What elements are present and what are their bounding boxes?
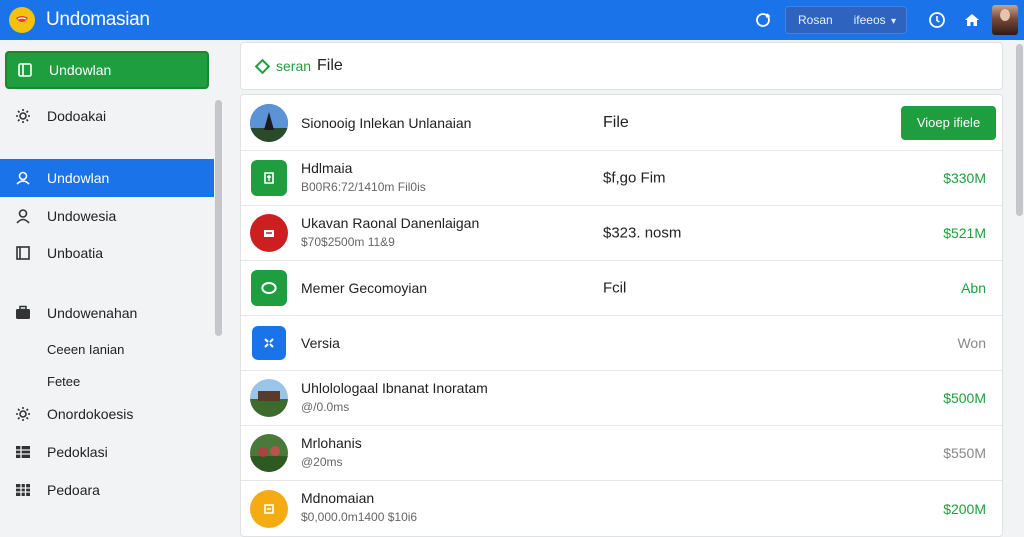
home-icon[interactable] — [960, 8, 984, 32]
sidebar-subitem[interactable]: Ceeen Ianian — [47, 342, 124, 357]
list-item[interactable]: Memer Gecomoyian Fcil Abn — [241, 261, 1002, 316]
list-item-mid: Fcil — [603, 279, 627, 297]
user-avatar[interactable] — [992, 5, 1018, 35]
list-item-mid: $323. nosm — [603, 224, 682, 242]
list-item-amount: Abn — [961, 280, 986, 296]
list-item-amount: $200M — [943, 500, 986, 517]
briefcase-icon — [13, 303, 33, 323]
grid-icon — [13, 480, 33, 500]
list-item-sub: B00R6:72/1410m Fil0is — [301, 180, 426, 194]
gear-icon — [13, 106, 33, 126]
sidebar-item-undowlan-active[interactable]: Undowlan — [0, 159, 214, 197]
sidebar-subitem[interactable]: Fetee — [47, 374, 80, 389]
list-item-sub: $0,000.0m1400 $10i6 — [301, 510, 418, 524]
sidebar-item-label: Onordokoesis — [47, 406, 134, 422]
list-item-amount: $500M — [943, 390, 986, 406]
user-icon — [13, 168, 33, 188]
sidebar-item-label: Undowlan — [49, 62, 112, 78]
sidebar-item-label: Pedoara — [47, 482, 100, 498]
gear-icon — [13, 404, 33, 424]
sidebar-item-undowlan[interactable]: Undowlan — [5, 51, 209, 89]
item-list: Sionooig Inlekan Unlanaian File Vioep if… — [240, 94, 1003, 537]
ring-icon — [251, 270, 287, 306]
share-icon — [252, 326, 286, 360]
book-icon — [15, 60, 35, 80]
main-scrollbar[interactable] — [1016, 44, 1023, 216]
list-item[interactable]: Uhlolologaal Ibnanat Inoratam @/0.0ms $5… — [241, 371, 1002, 426]
grid-icon — [13, 442, 33, 462]
list-header-row[interactable]: Sionooig Inlekan Unlanaian File Vioep if… — [241, 95, 1002, 151]
list-item-name: Ukavan Raonal Danenlaigan — [301, 215, 480, 231]
sidebar-item-label: Unboatia — [47, 245, 104, 261]
list-item[interactable]: Hdlmaia B00R6:72/1410m Fil0is $f,go Fim … — [241, 151, 1002, 206]
sidebar-item-dodoakai[interactable]: Dodoakai — [5, 97, 209, 135]
profile-photo — [250, 434, 288, 472]
leaf-icon — [251, 160, 287, 196]
app-logo-icon[interactable] — [9, 7, 35, 33]
sidebar-item-label: Undowesia — [47, 208, 117, 224]
account-dropdown-value: ifeeos — [853, 13, 886, 27]
sidebar-item-label: Undowlan — [47, 170, 110, 186]
sidebar-item-label: Dodoakai — [47, 108, 107, 124]
list-item-amount: Won — [957, 335, 986, 351]
list-item[interactable]: Ukavan Raonal Danenlaigan $70$2500m 11&9… — [241, 206, 1002, 261]
badge-icon — [250, 214, 288, 252]
diamond-icon — [254, 58, 271, 74]
header-file-label: File — [603, 113, 629, 131]
sidebar-item-undowenahan[interactable]: Undowenahan — [5, 294, 209, 332]
sidebar-item-label: Undowenahan — [47, 305, 138, 321]
search-label: seran — [276, 58, 312, 74]
top-bar: Undomasian Rosan ifeeos ▾ — [0, 0, 1024, 40]
list-item-amount: $550M — [943, 445, 986, 461]
list-item[interactable]: Versia Won — [241, 316, 1002, 371]
list-item-mid: $f,go Fim — [603, 169, 666, 187]
profile-photo — [250, 379, 288, 417]
header-title: Sionooig Inlekan Unlanaian — [301, 114, 472, 131]
list-item[interactable]: Mrlohanis @20ms $550M — [241, 426, 1002, 481]
sidebar: Undowlan Dodoakai Undowlan Undowesia Unb… — [0, 40, 224, 512]
refresh-icon[interactable] — [751, 8, 775, 32]
search-file-text: File — [317, 57, 343, 74]
sidebar-item-undowesia[interactable]: Undowesia — [5, 197, 209, 235]
list-item-amount: $521M — [943, 225, 986, 241]
clock-icon[interactable] — [925, 8, 949, 32]
list-item-amount: $330M — [943, 170, 986, 186]
sidebar-item-onordokoesis[interactable]: Onordokoesis — [5, 395, 209, 433]
sidebar-item-pedoara[interactable]: Pedoara — [5, 471, 209, 509]
list-item-sub: $70$2500m 11&9 — [301, 235, 395, 249]
square-icon — [13, 243, 33, 263]
sidebar-item-label: Pedoklasi — [47, 444, 108, 460]
profile-photo — [250, 103, 288, 142]
view-file-button[interactable]: Vioep ifiele — [901, 105, 996, 140]
app-title: Undomasian — [46, 9, 150, 30]
sidebar-item-unboatia[interactable]: Unboatia — [5, 234, 209, 272]
box-icon — [250, 489, 288, 528]
list-item-name: Hdlmaia — [301, 160, 353, 176]
list-item-name: Versia — [301, 335, 340, 351]
list-item-sub: @20ms — [301, 455, 343, 469]
list-item-name: Memer Gecomoyian — [301, 280, 428, 296]
list-item-name: Mrlohanis — [301, 435, 362, 451]
person-icon — [13, 206, 33, 226]
sidebar-scrollbar[interactable] — [215, 100, 222, 336]
list-item[interactable]: Mdnomaian $0,000.0m1400 $10i6 $200M — [241, 481, 1002, 536]
sidebar-item-pedoklasi[interactable]: Pedoklasi — [5, 433, 209, 471]
chevron-down-icon: ▾ — [890, 16, 896, 27]
account-dropdown-label: Rosan — [798, 13, 833, 27]
list-item-sub: @/0.0ms — [301, 400, 350, 414]
list-item-name: Uhlolologaal Ibnanat Inoratam — [301, 380, 488, 396]
list-item-name: Mdnomaian — [301, 490, 375, 506]
search-bar[interactable]: seran File — [240, 42, 1003, 90]
account-dropdown[interactable]: Rosan ifeeos ▾ — [785, 6, 907, 34]
